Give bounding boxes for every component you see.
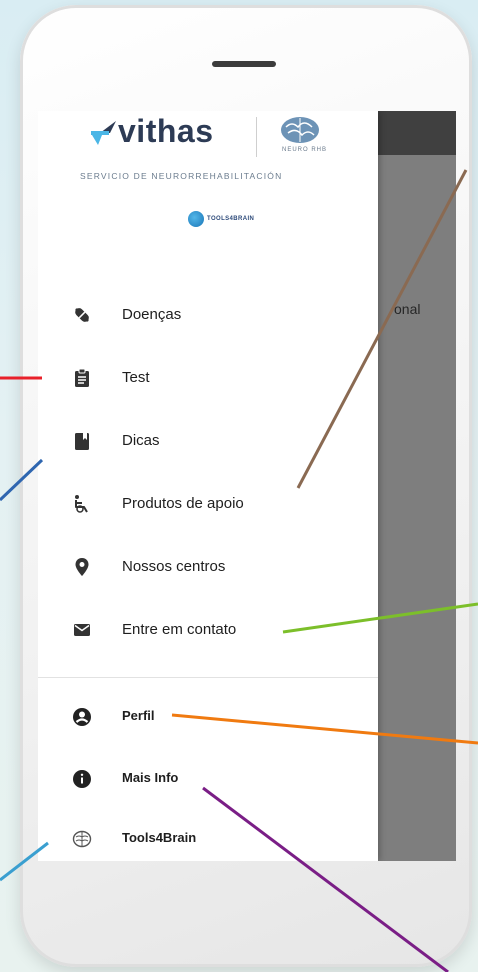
menu-label: Mais Info (122, 770, 179, 785)
menu-item-mais-info[interactable]: Mais Info (38, 757, 378, 803)
info-icon (73, 770, 91, 788)
location-pin-icon (75, 558, 89, 576)
neuro-rhb-label: NEURO RHB (282, 147, 328, 153)
account-circle-icon (73, 708, 91, 726)
vithas-logo-text: vithas (118, 113, 214, 149)
menu-label: Perfil (122, 708, 155, 723)
menu-label: Tools4Brain (122, 830, 197, 845)
menu-label: Entre em contato (122, 621, 237, 638)
mail-icon (74, 624, 90, 636)
vithas-logo-mark (91, 121, 116, 145)
menu-label: Dicas (122, 432, 160, 449)
menu-item-perfil[interactable]: Perfil (38, 695, 378, 741)
menu-divider (38, 677, 378, 678)
menu-item-tools4brain[interactable]: Tools4Brain (38, 817, 378, 861)
menu-item-produtos-de-apoio[interactable]: Produtos de apoio (38, 482, 378, 528)
navigation-drawer: vithas NEURO RHB SERVICIO DE NEURORREHAB… (38, 111, 378, 861)
menu-item-dicas[interactable]: Dicas (38, 419, 378, 465)
book-icon (75, 433, 89, 450)
tools4brain-logo-icon (188, 211, 204, 227)
neuro-rhb-brain-icon (281, 117, 319, 143)
phone-speaker (212, 61, 276, 67)
service-subtitle: SERVICIO DE NEURORREHABILITACIÓN (80, 171, 283, 181)
tools4brain-badge-text: TOOLS4BRAIN (207, 216, 255, 222)
menu-label: Produtos de apoio (122, 495, 244, 512)
phone-screen: onal vithas NEURO RHB SERVICIO DE NEUROR… (38, 111, 456, 861)
menu-item-nossos-centros[interactable]: Nossos centros (38, 545, 378, 591)
wheelchair-icon (75, 495, 88, 513)
menu-label: Doenças (122, 306, 182, 323)
tools4brain-badge: TOOLS4BRAIN (188, 211, 254, 227)
brain-icon (72, 830, 92, 848)
clipboard-icon (75, 368, 89, 387)
menu-label: Nossos centros (122, 558, 226, 575)
phone-frame: onal vithas NEURO RHB SERVICIO DE NEUROR… (20, 5, 472, 967)
menu-item-entre-em-contato[interactable]: Entre em contato (38, 608, 378, 654)
logo-divider (256, 117, 257, 157)
drawer-header: vithas NEURO RHB SERVICIO DE NEURORREHAB… (38, 111, 378, 251)
menu-item-doencas[interactable]: Doenças (38, 293, 378, 339)
menu-label: Test (122, 369, 150, 386)
disease-icon (75, 308, 89, 322)
menu-item-test[interactable]: Test (38, 356, 378, 402)
